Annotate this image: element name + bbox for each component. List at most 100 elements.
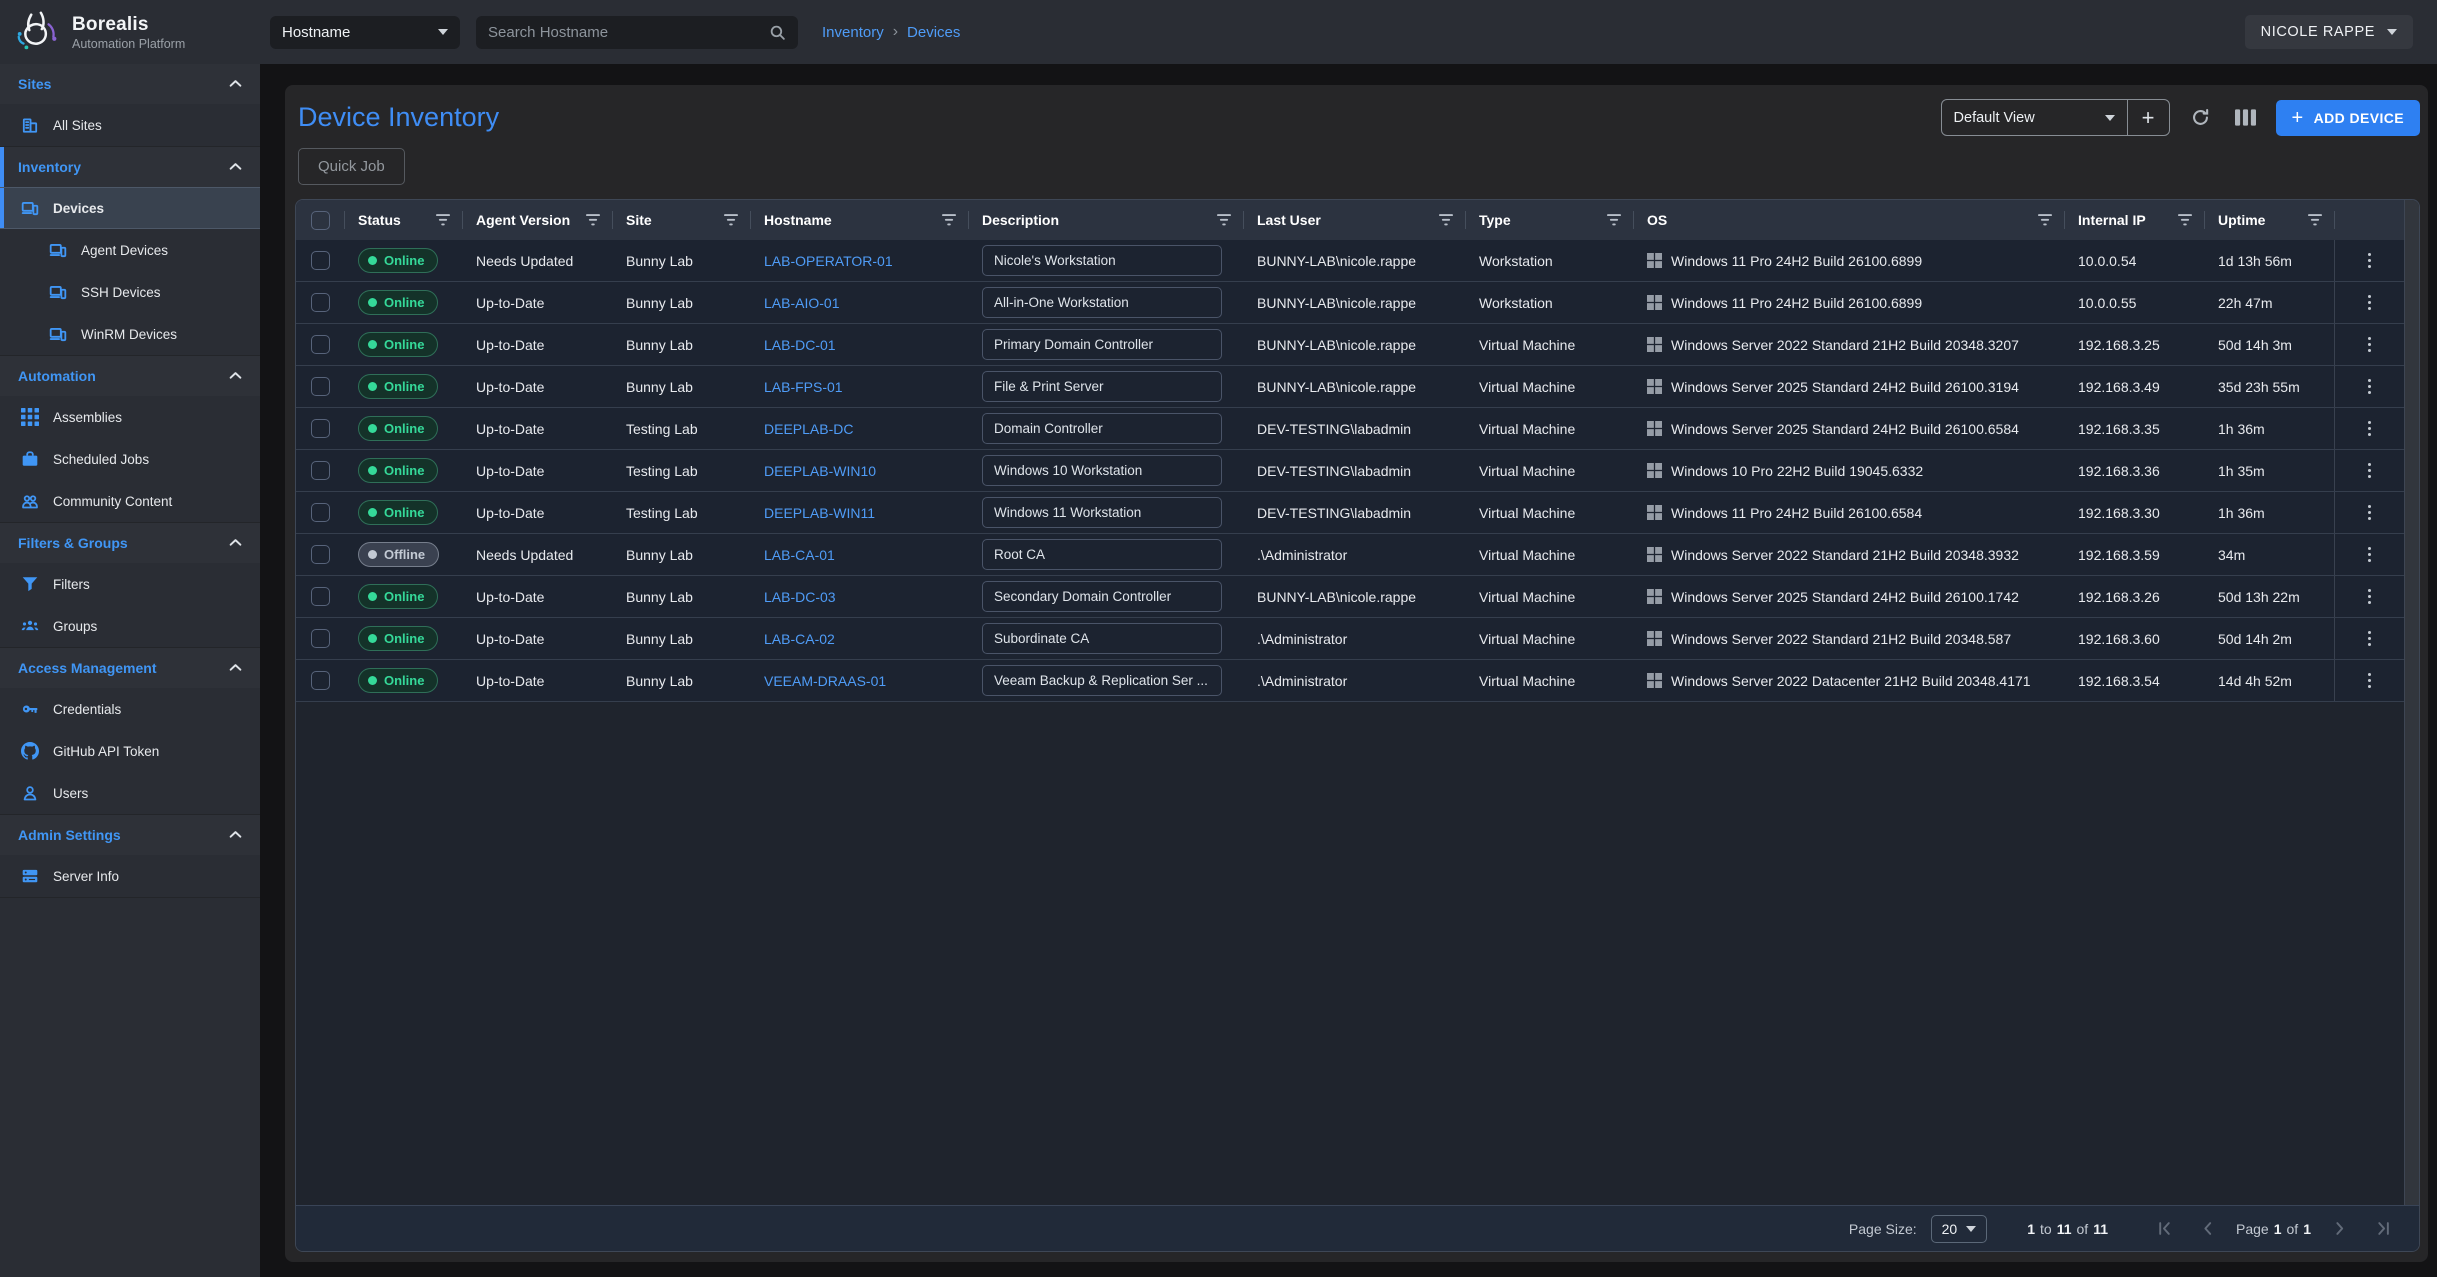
next-page-button[interactable]: [2325, 1217, 2354, 1240]
table-row[interactable]: Online Up-to-Date Testing Lab DEEPLAB-DC…: [296, 408, 2404, 450]
row-menu-button[interactable]: [2360, 459, 2380, 483]
row-menu-button[interactable]: [2360, 417, 2380, 441]
column-header-site[interactable]: Site: [612, 200, 750, 240]
table-row[interactable]: Online Up-to-Date Bunny Lab LAB-FPS-01 F…: [296, 366, 2404, 408]
sidebar-section-inventory[interactable]: Inventory: [0, 147, 260, 187]
sidebar-item-scheduled-jobs[interactable]: Scheduled Jobs: [0, 438, 260, 480]
last-page-button[interactable]: [2368, 1217, 2397, 1240]
table-row[interactable]: Online Up-to-Date Bunny Lab LAB-CA-02 Su…: [296, 618, 2404, 660]
table-row[interactable]: Offline Needs Updated Bunny Lab LAB-CA-0…: [296, 534, 2404, 576]
sidebar-item-agent-devices[interactable]: Agent Devices: [0, 229, 260, 271]
row-checkbox[interactable]: [311, 545, 330, 564]
row-menu-button[interactable]: [2360, 585, 2380, 609]
hostname-link[interactable]: LAB-AIO-01: [764, 295, 839, 311]
filter-icon[interactable]: [1217, 214, 1231, 226]
hostname-link[interactable]: LAB-CA-02: [764, 631, 835, 647]
columns-button[interactable]: [2231, 105, 2260, 130]
table-row[interactable]: Online Needs Updated Bunny Lab LAB-OPERA…: [296, 240, 2404, 282]
page-size-select[interactable]: 20: [1931, 1215, 1988, 1243]
add-view-button[interactable]: +: [2127, 100, 2169, 135]
sidebar-item-server-info[interactable]: Server Info: [0, 855, 260, 897]
row-checkbox[interactable]: [311, 587, 330, 606]
previous-page-button[interactable]: [2193, 1217, 2222, 1240]
row-checkbox[interactable]: [311, 377, 330, 396]
description-input[interactable]: Secondary Domain Controller: [982, 581, 1222, 612]
sidebar-item-all-sites[interactable]: All Sites: [0, 104, 260, 146]
row-menu-button[interactable]: [2360, 669, 2380, 693]
sidebar-item-credentials[interactable]: Credentials: [0, 688, 260, 730]
description-input[interactable]: Primary Domain Controller: [982, 329, 1222, 360]
table-row[interactable]: Online Up-to-Date Bunny Lab LAB-DC-01 Pr…: [296, 324, 2404, 366]
row-checkbox[interactable]: [311, 671, 330, 690]
column-header-last-user[interactable]: Last User: [1243, 200, 1465, 240]
row-checkbox[interactable]: [311, 629, 330, 648]
sidebar-section-automation[interactable]: Automation: [0, 356, 260, 396]
row-menu-button[interactable]: [2360, 291, 2380, 315]
search-input[interactable]: Search Hostname: [476, 16, 798, 49]
filter-icon[interactable]: [436, 214, 450, 226]
column-header-status[interactable]: Status: [344, 200, 462, 240]
column-header-internal-ip[interactable]: Internal IP: [2064, 200, 2204, 240]
filter-icon[interactable]: [724, 214, 738, 226]
add-device-button[interactable]: + ADD DEVICE: [2276, 100, 2420, 136]
sidebar-item-winrm-devices[interactable]: WinRM Devices: [0, 313, 260, 355]
description-input[interactable]: File & Print Server: [982, 371, 1222, 402]
sidebar-item-community-content[interactable]: Community Content: [0, 480, 260, 522]
filter-icon[interactable]: [1439, 214, 1453, 226]
breadcrumb-inventory[interactable]: Inventory: [822, 24, 884, 41]
description-input[interactable]: Veeam Backup & Replication Ser ...: [982, 665, 1222, 696]
first-page-button[interactable]: [2150, 1217, 2179, 1240]
hostname-link[interactable]: DEEPLAB-WIN11: [764, 505, 875, 521]
sidebar-section-filters-groups[interactable]: Filters & Groups: [0, 523, 260, 563]
filter-icon[interactable]: [1607, 214, 1621, 226]
sidebar-item-github-api-token[interactable]: GitHub API Token: [0, 730, 260, 772]
row-checkbox[interactable]: [311, 293, 330, 312]
column-header-hostname[interactable]: Hostname: [750, 200, 968, 240]
hostname-link[interactable]: DEEPLAB-WIN10: [764, 463, 876, 479]
vertical-scrollbar[interactable]: [2404, 200, 2419, 1205]
description-input[interactable]: Windows 11 Workstation: [982, 497, 1222, 528]
sidebar-item-ssh-devices[interactable]: SSH Devices: [0, 271, 260, 313]
filter-icon[interactable]: [2178, 214, 2192, 226]
hostname-link[interactable]: DEEPLAB-DC: [764, 421, 853, 437]
hostname-link[interactable]: LAB-OPERATOR-01: [764, 253, 893, 269]
row-menu-button[interactable]: [2360, 375, 2380, 399]
sidebar-item-assemblies[interactable]: Assemblies: [0, 396, 260, 438]
table-row[interactable]: Online Up-to-Date Testing Lab DEEPLAB-WI…: [296, 492, 2404, 534]
filter-icon[interactable]: [586, 214, 600, 226]
row-checkbox[interactable]: [311, 335, 330, 354]
sidebar-item-devices[interactable]: Devices: [0, 187, 260, 229]
column-header-uptime[interactable]: Uptime: [2204, 200, 2334, 240]
row-checkbox[interactable]: [311, 251, 330, 270]
column-header-agent-version[interactable]: Agent Version: [462, 200, 612, 240]
description-input[interactable]: All-in-One Workstation: [982, 287, 1222, 318]
sidebar-section-admin-settings[interactable]: Admin Settings: [0, 815, 260, 855]
row-checkbox[interactable]: [311, 503, 330, 522]
hostname-link[interactable]: LAB-FPS-01: [764, 379, 843, 395]
row-checkbox[interactable]: [311, 461, 330, 480]
description-input[interactable]: Domain Controller: [982, 413, 1222, 444]
view-select[interactable]: Default View: [1942, 100, 2127, 135]
row-menu-button[interactable]: [2360, 249, 2380, 273]
row-menu-button[interactable]: [2360, 543, 2380, 567]
row-menu-button[interactable]: [2360, 333, 2380, 357]
select-all-checkbox[interactable]: [311, 211, 330, 230]
hostname-link[interactable]: VEEAM-DRAAS-01: [764, 673, 886, 689]
description-input[interactable]: Root CA: [982, 539, 1222, 570]
hostname-link[interactable]: LAB-DC-03: [764, 589, 836, 605]
sidebar-item-groups[interactable]: Groups: [0, 605, 260, 647]
filter-icon[interactable]: [942, 214, 956, 226]
sidebar-section-access-management[interactable]: Access Management: [0, 648, 260, 688]
column-header-type[interactable]: Type: [1465, 200, 1633, 240]
table-row[interactable]: Online Up-to-Date Bunny Lab VEEAM-DRAAS-…: [296, 660, 2404, 702]
filter-icon[interactable]: [2308, 214, 2322, 226]
breadcrumb-devices[interactable]: Devices: [907, 24, 960, 41]
user-menu-button[interactable]: NICOLE RAPPE: [2245, 15, 2413, 49]
sidebar-section-sites[interactable]: Sites: [0, 64, 260, 104]
column-header-description[interactable]: Description: [968, 200, 1243, 240]
table-row[interactable]: Online Up-to-Date Bunny Lab LAB-DC-03 Se…: [296, 576, 2404, 618]
sidebar-item-users[interactable]: Users: [0, 772, 260, 814]
row-checkbox[interactable]: [311, 419, 330, 438]
filter-icon[interactable]: [2038, 214, 2052, 226]
row-menu-button[interactable]: [2360, 627, 2380, 651]
